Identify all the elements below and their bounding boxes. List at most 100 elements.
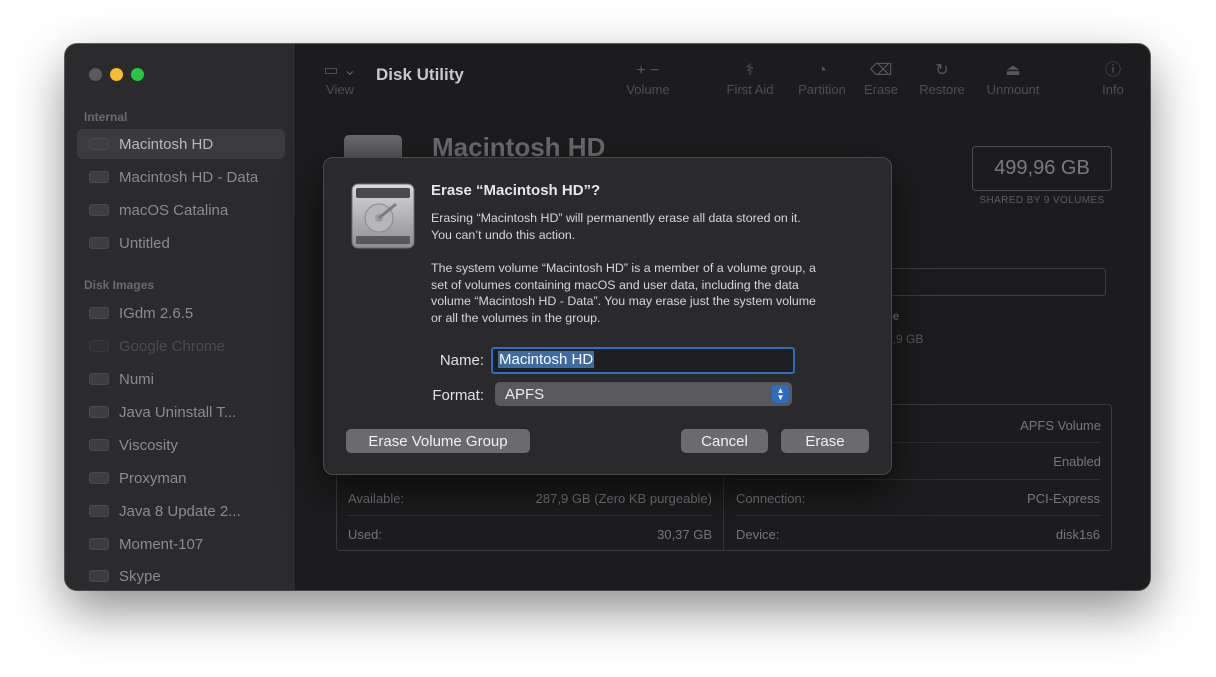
volume-label: Volume [626, 82, 670, 97]
sidebar-item-label: Macintosh HD - Data [119, 168, 259, 186]
format-label: Format: [432, 387, 484, 404]
sidebar-section-disk-images: Disk Images [84, 278, 155, 292]
name-field-value: Macintosh HD [498, 351, 595, 368]
name-field[interactable]: Macintosh HD [491, 347, 795, 374]
add-remove-volume-icon: + − [636, 62, 660, 79]
info-label: Info [1102, 82, 1124, 97]
partition-label: Partition [798, 82, 846, 97]
erase-volume-group-button[interactable]: Erase Volume Group [346, 429, 530, 453]
app-title: Disk Utility [376, 65, 464, 84]
toolbar: ▭ ⌄ View Disk Utility + − Volume ⚕ First… [296, 44, 1150, 116]
name-label: Name: [439, 352, 484, 369]
sidebar: Internal Macintosh HD Macintosh HD - Dat… [65, 44, 296, 590]
restore-label: Restore [919, 82, 965, 97]
connection-label: Connection: [736, 491, 806, 506]
sidebar-item-label: Macintosh HD [119, 135, 214, 153]
sidebar-section-internal: Internal [84, 110, 128, 124]
disk-image-icon [89, 570, 109, 582]
sidebar-item-label: Google Chrome [119, 337, 225, 355]
sidebar-item-macos-catalina[interactable]: macOS Catalina [77, 195, 285, 225]
available-label: Available: [348, 491, 405, 506]
view-button[interactable]: ▭ ⌄ View [322, 60, 358, 97]
sidebar-item-label: Proxyman [119, 469, 187, 487]
erase-button[interactable]: ⌫ Erase [856, 60, 906, 97]
disk-image-icon [89, 340, 109, 352]
format-select-value: APFS [505, 385, 545, 403]
partition-icon: ◔ [817, 62, 827, 79]
internal-disk-icon [89, 204, 109, 216]
stethoscope-icon: ⚕ [745, 62, 755, 79]
disk-image-icon [89, 538, 109, 550]
sidebar-item-label: IGdm 2.6.5 [119, 304, 194, 322]
cancel-button[interactable]: Cancel [681, 429, 768, 453]
partition-button[interactable]: ◔ Partition [790, 60, 854, 97]
sidebar-item-label: Numi [119, 370, 155, 388]
sidebar-item-proxyman[interactable]: Proxyman [77, 463, 285, 493]
device-label: Device: [736, 527, 780, 542]
internal-disk-icon [89, 171, 109, 183]
erase-icon: ⌫ [869, 62, 893, 79]
restore-button[interactable]: ↻ Restore [912, 60, 972, 97]
erase-label: Erase [864, 82, 898, 97]
capacity-value: 499,96 GB [972, 146, 1112, 191]
sidebar-item-igdm[interactable]: IGdm 2.6.5 [77, 298, 285, 328]
info-icon: ⓘ [1104, 62, 1121, 79]
restore-icon: ↻ [935, 62, 949, 79]
available-value: 287,9 GB (Zero KB purgeable) [535, 491, 712, 506]
internal-disk-icon [89, 138, 109, 150]
sidebar-item-java-8-update[interactable]: Java 8 Update 2... [77, 496, 285, 526]
sidebar-item-untitled[interactable]: Untitled [77, 228, 285, 258]
sidebar-item-numi[interactable]: Numi [77, 364, 285, 394]
view-label: View [326, 82, 354, 97]
chevron-up-down-icon: ▲ ▼ [772, 385, 789, 403]
window-controls [89, 68, 144, 81]
confirm-erase-button[interactable]: Erase [781, 429, 869, 453]
zoom-window-button[interactable] [131, 68, 144, 81]
first-aid-button[interactable]: ⚕ First Aid [718, 60, 782, 97]
sidebar-item-macintosh-hd[interactable]: Macintosh HD [77, 129, 285, 159]
dialog-title: Erase “Macintosh HD”? [431, 182, 601, 199]
group-info-line: set of volumes containing macOS and user… [431, 277, 799, 292]
sidebar-item-google-chrome[interactable]: Google Chrome [77, 331, 285, 361]
sidebar-item-label: Viscosity [119, 436, 178, 454]
warning-line: Erasing “Macintosh HD” will permanently … [431, 211, 801, 225]
used-value: 30,37 GB [657, 527, 712, 542]
info-row-separator [735, 515, 1101, 516]
group-info-line: volume “Macintosh HD - Data”. You may er… [431, 294, 816, 308]
sidebar-item-macintosh-hd-data[interactable]: Macintosh HD - Data [77, 162, 285, 192]
unmount-button[interactable]: ⏏ Unmount [978, 60, 1048, 97]
dialog-warning-text: Erasing “Macintosh HD” will permanently … [431, 210, 876, 243]
sidebar-item-label: Java 8 Update 2... [119, 502, 241, 520]
disk-image-icon [89, 307, 109, 319]
group-info-line: or all the volumes in the group. [431, 310, 601, 325]
minimize-window-button[interactable] [110, 68, 123, 81]
disk-image-icon [89, 373, 109, 385]
hard-drive-icon [351, 183, 415, 249]
device-value: disk1s6 [1055, 527, 1100, 542]
info-row-separator [347, 515, 713, 516]
capacity-subtitle: SHARED BY 9 VOLUMES [979, 195, 1105, 206]
sidebar-item-label: macOS Catalina [119, 201, 229, 219]
erase-dialog: Erase “Macintosh HD”? Erasing “Macintosh… [323, 157, 892, 475]
dialog-group-text: The system volume “Macintosh HD” is a me… [431, 260, 876, 326]
close-window-button[interactable] [89, 68, 102, 81]
disk-image-icon [89, 472, 109, 484]
volume-button[interactable]: + − Volume [616, 60, 680, 97]
info-button[interactable]: ⓘ Info [1098, 60, 1128, 97]
unmount-label: Unmount [986, 82, 1040, 97]
eject-icon: ⏏ [1005, 62, 1021, 79]
sidebar-item-label: Skype [119, 567, 161, 585]
sidebar-item-label: Untitled [119, 234, 170, 252]
internal-disk-icon [89, 237, 109, 249]
format-select[interactable]: APFS ▲ ▼ [495, 382, 792, 406]
connection-value: PCI-Express [1027, 491, 1100, 506]
sidebar-item-java-uninstall[interactable]: Java Uninstall T... [77, 397, 285, 427]
group-info-line: The system volume “Macintosh HD” is a me… [431, 261, 816, 275]
disk-image-icon [89, 505, 109, 517]
sidebar-item-label: Java Uninstall T... [119, 403, 237, 421]
sidebar-item-skype[interactable]: Skype [77, 561, 285, 590]
disk-image-icon [89, 439, 109, 451]
info-row-separator [735, 479, 1101, 480]
sidebar-item-moment[interactable]: Moment-107 [77, 529, 285, 559]
sidebar-item-viscosity[interactable]: Viscosity [77, 430, 285, 460]
